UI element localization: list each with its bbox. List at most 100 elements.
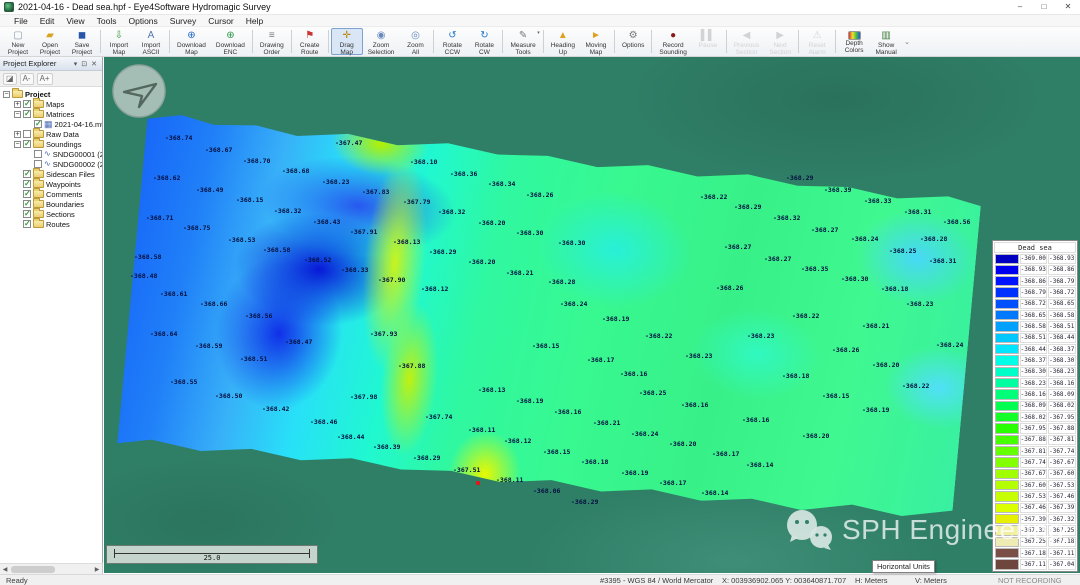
minimize-button[interactable]: – <box>1008 0 1032 14</box>
import-map-button[interactable]: ⇩Import Map <box>103 28 135 55</box>
visibility-checkbox[interactable] <box>23 200 31 208</box>
save-project-button[interactable]: ◼Save Project <box>66 28 98 55</box>
drawing-order-button[interactable]: ≡Drawing Order <box>255 28 289 55</box>
maximize-button[interactable]: □ <box>1032 0 1056 14</box>
visibility-checkbox[interactable] <box>23 220 31 228</box>
tree-item-waypoints[interactable]: Waypoints <box>0 179 102 189</box>
toolbar-separator <box>502 30 503 53</box>
close-button[interactable]: ✕ <box>1056 0 1080 14</box>
rotate-ccw-button[interactable]: ↺Rotate CCW <box>436 28 468 55</box>
tree-item-sections[interactable]: Sections <box>0 209 102 219</box>
download-enc-button[interactable]: ⊕Download ENC <box>211 28 250 55</box>
menu-tools[interactable]: Tools <box>91 16 123 26</box>
scrollbar-thumb[interactable] <box>11 566 55 573</box>
legend-row: -368.30-368.23 <box>994 366 1076 377</box>
collapse-icon[interactable]: − <box>14 141 21 148</box>
visibility-checkbox[interactable] <box>23 170 31 178</box>
scroll-left-arrow-icon[interactable]: ◀ <box>0 566 10 573</box>
legend-color-swatch <box>995 537 1019 547</box>
tree-item-sndg00002-20[interactable]: ∿SNDG00002 (20 <box>0 159 102 169</box>
tree-item-sndg00001-20[interactable]: ∿SNDG00001 (20 <box>0 149 102 159</box>
depth-colors-button[interactable]: Depth Colors <box>838 28 870 55</box>
menu-view[interactable]: View <box>60 16 90 26</box>
tree-item-soundings[interactable]: −Soundings <box>0 139 102 149</box>
font-decrease-button[interactable]: A- <box>20 73 34 85</box>
status-crs[interactable]: #3395 - WGS 84 / World Mercator <box>600 576 713 585</box>
status-horizontal-units[interactable]: H: Meters <box>855 576 888 585</box>
visibility-checkbox[interactable] <box>23 140 31 148</box>
legend-depth-to: -367.81 <box>1048 435 1076 445</box>
zoom-selection-button[interactable]: ◉Zoom Selection <box>363 28 400 55</box>
pin-icon[interactable]: ⊡ <box>79 60 89 68</box>
menu-survey[interactable]: Survey <box>164 16 202 26</box>
moving-map-button[interactable]: ►Moving Map <box>580 28 612 55</box>
scroll-right-arrow-icon[interactable]: ▶ <box>92 566 102 573</box>
tree-item-maps[interactable]: +Maps <box>0 99 102 109</box>
visibility-checkbox[interactable] <box>23 130 31 138</box>
tree-item-label: Waypoints <box>46 180 81 189</box>
font-increase-button[interactable]: A+ <box>37 73 53 85</box>
map-viewport[interactable]: -368.74-368.67-368.70-368.68-368.62-368.… <box>104 57 1080 573</box>
visibility-checkbox[interactable] <box>34 150 42 158</box>
drag-map-button[interactable]: ✛Drag Map <box>331 28 363 55</box>
open-project-button[interactable]: ▰Open Project <box>34 28 66 55</box>
visibility-checkbox[interactable] <box>23 180 31 188</box>
tree-item-boundaries[interactable]: Boundaries <box>0 199 102 209</box>
dropdown-arrow-icon[interactable]: ▾ <box>537 30 540 36</box>
zoom-selection-icon: ◉ <box>377 30 386 42</box>
options-button[interactable]: ⚙Options <box>617 28 649 55</box>
menu-file[interactable]: File <box>8 16 34 26</box>
rotate-cw-button[interactable]: ↻Rotate CW <box>468 28 500 55</box>
panel-menu-icon[interactable]: ▾ <box>72 60 80 68</box>
panel-close-icon[interactable]: ✕ <box>89 60 99 68</box>
legend-depth-to: -368.16 <box>1048 378 1076 388</box>
download-map-button[interactable]: ⊕Download Map <box>172 28 211 55</box>
visibility-checkbox[interactable] <box>23 190 31 198</box>
legend-depth-from: -367.95 <box>1020 423 1048 433</box>
next-section-button[interactable]: ▶Next Section <box>764 28 796 55</box>
measure-tools-button[interactable]: ✎▾Measure Tools <box>505 28 540 55</box>
tree-item-2021-04-16-mtx[interactable]: ▦2021-04-16.mtx <box>0 119 102 129</box>
open-project-icon: ▰ <box>46 30 54 42</box>
create-route-button[interactable]: ⚑Create Route <box>294 28 326 55</box>
menu-options[interactable]: Options <box>122 16 163 26</box>
tree-item-label: Comments <box>46 190 82 199</box>
folder-icon <box>33 180 44 188</box>
visibility-checkbox[interactable] <box>23 110 31 118</box>
menu-help[interactable]: Help <box>240 16 269 26</box>
previous-section-button[interactable]: ◀Previous Section <box>729 28 764 55</box>
expand-icon[interactable]: + <box>14 131 21 138</box>
collapse-icon[interactable]: − <box>3 91 10 98</box>
reset-alarm-button[interactable]: ⚠Reset Alarm <box>801 28 833 55</box>
visibility-checkbox[interactable] <box>34 160 42 168</box>
expand-icon[interactable]: + <box>14 101 21 108</box>
legend-depth-from: -369.00 <box>1020 254 1048 264</box>
heading-up-button[interactable]: ▲Heading Up <box>546 28 580 55</box>
tree-item-label: Sections <box>46 210 75 219</box>
folder-icon <box>33 220 44 228</box>
tree-item-routes[interactable]: Routes <box>0 219 102 229</box>
visibility-checkbox[interactable] <box>34 120 42 128</box>
menu-cursor[interactable]: Cursor <box>202 16 240 26</box>
horizontal-scrollbar[interactable]: ◀ ▶ <box>0 563 103 574</box>
tree-item-sidescan-files[interactable]: Sidescan Files <box>0 169 102 179</box>
import-ascii-button[interactable]: AImport ASCII <box>135 28 167 55</box>
pause-button[interactable]: ▌▌Pause <box>692 28 724 55</box>
new-project-button[interactable]: ▢New Project <box>2 28 34 55</box>
tree-item-raw-data[interactable]: +Raw Data <box>0 129 102 139</box>
status-vertical-units[interactable]: V: Meters <box>915 576 947 585</box>
visibility-checkbox[interactable] <box>23 210 31 218</box>
tree-item-comments[interactable]: Comments <box>0 189 102 199</box>
menu-edit[interactable]: Edit <box>34 16 61 26</box>
legend-color-swatch <box>995 389 1019 399</box>
eraser-icon[interactable]: ◪ <box>3 73 17 85</box>
tree-item-matrices[interactable]: −Matrices <box>0 109 102 119</box>
tree-item-project[interactable]: −Project <box>0 89 102 99</box>
reset-alarm-label: Reset Alarm <box>809 42 826 56</box>
toolbar-overflow-icon[interactable]: ⌄ <box>904 38 910 46</box>
show-manual-button[interactable]: ▥Show Manual <box>870 28 902 55</box>
record-sounding-button[interactable]: ●Record Sounding <box>654 28 691 55</box>
visibility-checkbox[interactable] <box>23 100 31 108</box>
zoom-all-button[interactable]: ◎Zoom All <box>399 28 431 55</box>
collapse-icon[interactable]: − <box>14 111 21 118</box>
